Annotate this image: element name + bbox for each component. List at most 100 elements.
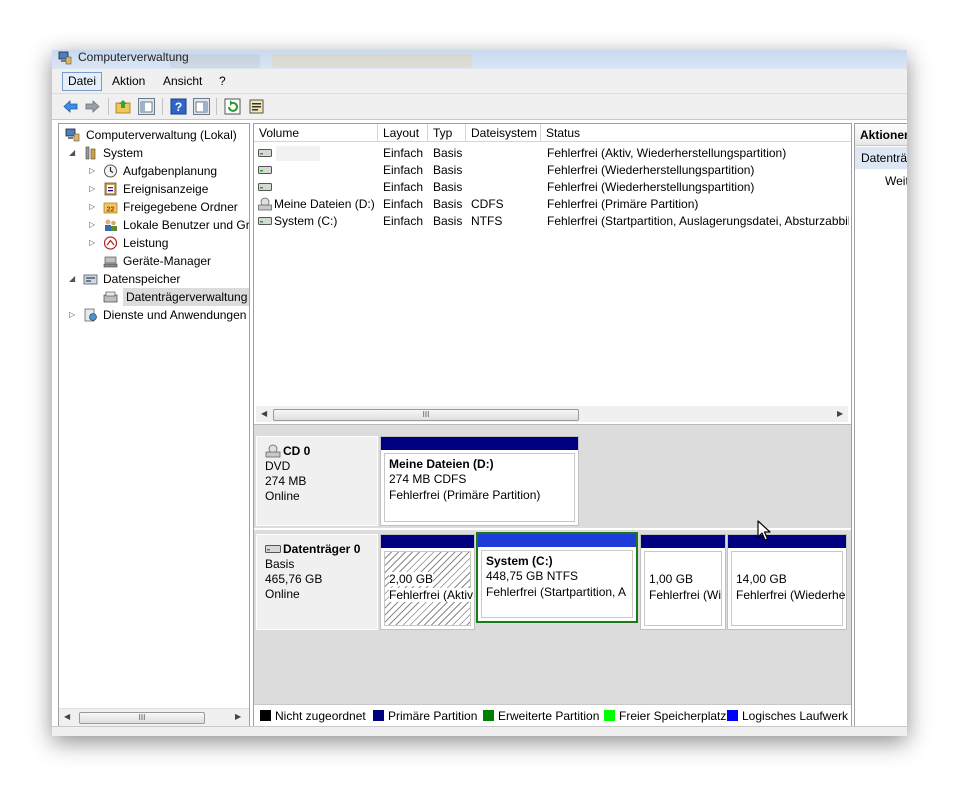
drive-icon	[258, 166, 272, 174]
scroll-left-icon[interactable]: ◀	[261, 409, 267, 418]
up-folder-icon[interactable]	[115, 98, 132, 115]
partition-body: System (C:) 448,75 GB NTFS Fehlerfrei (S…	[481, 550, 633, 618]
computer-management-window: Computerverwaltung Datei Aktion Ansicht …	[52, 50, 907, 736]
collapsed-arrow-icon[interactable]: ▷	[89, 162, 98, 180]
column-header-status[interactable]: Status	[541, 124, 851, 142]
partition-meine-dateien[interactable]: Meine Dateien (D:) 274 MB CDFS Fehlerfre…	[380, 436, 579, 526]
partition-size: 274 MB CDFS	[389, 472, 467, 486]
column-header-volume[interactable]: Volume	[254, 124, 378, 142]
column-header-dateisystem[interactable]: Dateisystem	[466, 124, 541, 142]
volume-name-blank	[276, 146, 320, 161]
legend-label: Logisches Laufwerk	[742, 709, 849, 723]
menu-aktion[interactable]: Aktion	[107, 73, 150, 90]
partition-recovery-active[interactable]: 2,00 GB Fehlerfrei (Aktiv	[380, 534, 475, 630]
show-hide-action-pane-icon[interactable]	[193, 98, 210, 115]
toolbar-separator	[108, 98, 109, 115]
legend-swatch	[604, 710, 615, 721]
disk-label-cd0[interactable]: CD 0 DVD 274 MB Online	[256, 436, 378, 526]
scroll-left-icon[interactable]: ◀	[64, 712, 70, 721]
primary-partition-bar	[381, 437, 578, 450]
show-hide-console-tree-icon[interactable]	[138, 98, 155, 115]
primary-partition-bar	[478, 534, 636, 547]
partition-body: 14,00 GB Fehlerfrei (Wiederhe	[731, 551, 846, 626]
column-header-typ[interactable]: Typ	[428, 124, 466, 142]
device-manager-icon	[103, 256, 118, 268]
tree-label: Dienste und Anwendungen	[103, 308, 247, 322]
legend-label: Primäre Partition	[388, 709, 478, 723]
scroll-right-icon[interactable]: ▶	[837, 409, 843, 418]
toolbar-separator	[216, 98, 217, 115]
table-row[interactable]: Meine Dateien (D:) Einfach Basis CDFS Fe…	[254, 196, 851, 213]
cell-status: Fehlerfrei (Primäre Partition)	[547, 197, 699, 211]
cell-typ: Basis	[433, 214, 463, 228]
expanded-arrow-icon[interactable]: ◢	[69, 270, 78, 288]
partition-recovery-2[interactable]: 14,00 GB Fehlerfrei (Wiederhe	[727, 534, 847, 630]
computer-management-icon	[65, 128, 80, 142]
collapsed-arrow-icon[interactable]: ▷	[89, 216, 98, 234]
partition-recovery-1[interactable]: 1,00 GB Fehlerfrei (Wi	[640, 534, 726, 630]
legend-swatch	[373, 710, 384, 721]
menu-ansicht[interactable]: Ansicht	[158, 73, 207, 90]
title-bar[interactable]: Computerverwaltung	[52, 50, 907, 69]
clock-icon	[104, 164, 117, 178]
table-row[interactable]: System (C:) Einfach Basis NTFS Fehlerfre…	[254, 213, 851, 230]
forward-icon[interactable]	[84, 98, 101, 115]
drive-icon	[258, 149, 272, 157]
cell-status: Fehlerfrei (Wiederherstellungspartition)	[547, 180, 755, 194]
partition-system-c[interactable]: System (C:) 448,75 GB NTFS Fehlerfrei (S…	[476, 532, 638, 623]
event-viewer-icon	[104, 182, 117, 196]
column-header-layout[interactable]: Layout	[378, 124, 428, 142]
legend-label: Freier Speicherplatz	[619, 709, 727, 723]
disk-name: Datenträger 0	[283, 542, 361, 556]
legend-swatch	[483, 710, 494, 721]
partition-status: Fehlerfrei (Wi	[649, 588, 722, 602]
refresh-icon[interactable]	[224, 98, 241, 115]
cell-layout: Einfach	[383, 180, 424, 194]
menu-help[interactable]: ?	[214, 73, 231, 90]
status-bar	[52, 726, 907, 736]
hard-disk-icon	[265, 545, 281, 553]
collapsed-arrow-icon[interactable]: ▷	[89, 198, 98, 216]
disk-row-disk0: Datenträger 0 Basis 465,76 GB Online 2,0…	[254, 530, 851, 704]
table-row[interactable]: Einfach Basis Fehlerfrei (Aktiv, Wiederh…	[254, 145, 851, 162]
actions-section-datentraegerverwaltung[interactable]: Datenträgerverwaltung	[855, 147, 907, 169]
disk-type: Basis	[265, 557, 295, 571]
tree-label: Ereignisanzeige	[123, 182, 209, 196]
scroll-right-icon[interactable]: ▶	[235, 712, 241, 721]
collapsed-arrow-icon[interactable]: ▷	[89, 180, 98, 198]
svg-text:22: 22	[107, 207, 115, 214]
disk-label-disk0[interactable]: Datenträger 0 Basis 465,76 GB Online	[256, 534, 378, 630]
partition-body: Meine Dateien (D:) 274 MB CDFS Fehlerfre…	[384, 453, 575, 522]
scrollbar-thumb[interactable]: III	[273, 409, 579, 421]
table-row[interactable]: Einfach Basis Fehlerfrei (Wiederherstell…	[254, 179, 851, 196]
cell-typ: Basis	[433, 197, 463, 211]
system-tools-icon	[85, 146, 96, 160]
legend-label: Nicht zugeordnet	[275, 709, 366, 723]
collapsed-arrow-icon[interactable]: ▷	[69, 306, 78, 324]
disk-type: DVD	[265, 459, 291, 473]
storage-icon	[83, 274, 98, 285]
partition-title: Meine Dateien (D:)	[389, 457, 494, 471]
tree-horizontal-scrollbar[interactable]: ◀ III ▶	[59, 708, 249, 726]
volume-horizontal-scrollbar[interactable]: ◀ III ▶	[256, 406, 848, 422]
tree-label: Datenträgerverwaltung	[123, 288, 249, 306]
expanded-arrow-icon[interactable]: ◢	[69, 144, 78, 162]
drive-icon	[258, 183, 272, 191]
back-icon[interactable]	[62, 98, 79, 115]
help-icon[interactable]: ?	[170, 98, 187, 115]
primary-partition-bar	[641, 535, 725, 548]
tree-label: Freigegebene Ordner	[123, 200, 238, 214]
scrollbar-thumb[interactable]: III	[79, 712, 205, 724]
more-actions-link[interactable]: Weitere Aktionen	[885, 174, 907, 188]
collapsed-arrow-icon[interactable]: ▷	[89, 234, 98, 252]
cell-layout: Einfach	[383, 163, 424, 177]
partition-status: Fehlerfrei (Wiederhe	[736, 588, 846, 602]
primary-partition-bar	[728, 535, 846, 548]
table-row[interactable]: Einfach Basis Fehlerfrei (Wiederherstell…	[254, 162, 851, 179]
menu-datei[interactable]: Datei	[62, 72, 103, 91]
properties-icon[interactable]	[248, 98, 265, 115]
mouse-cursor-icon	[757, 520, 771, 541]
cell-typ: Basis	[433, 163, 463, 177]
primary-partition-bar	[381, 535, 474, 548]
cell-dateisystem: CDFS	[471, 197, 504, 211]
